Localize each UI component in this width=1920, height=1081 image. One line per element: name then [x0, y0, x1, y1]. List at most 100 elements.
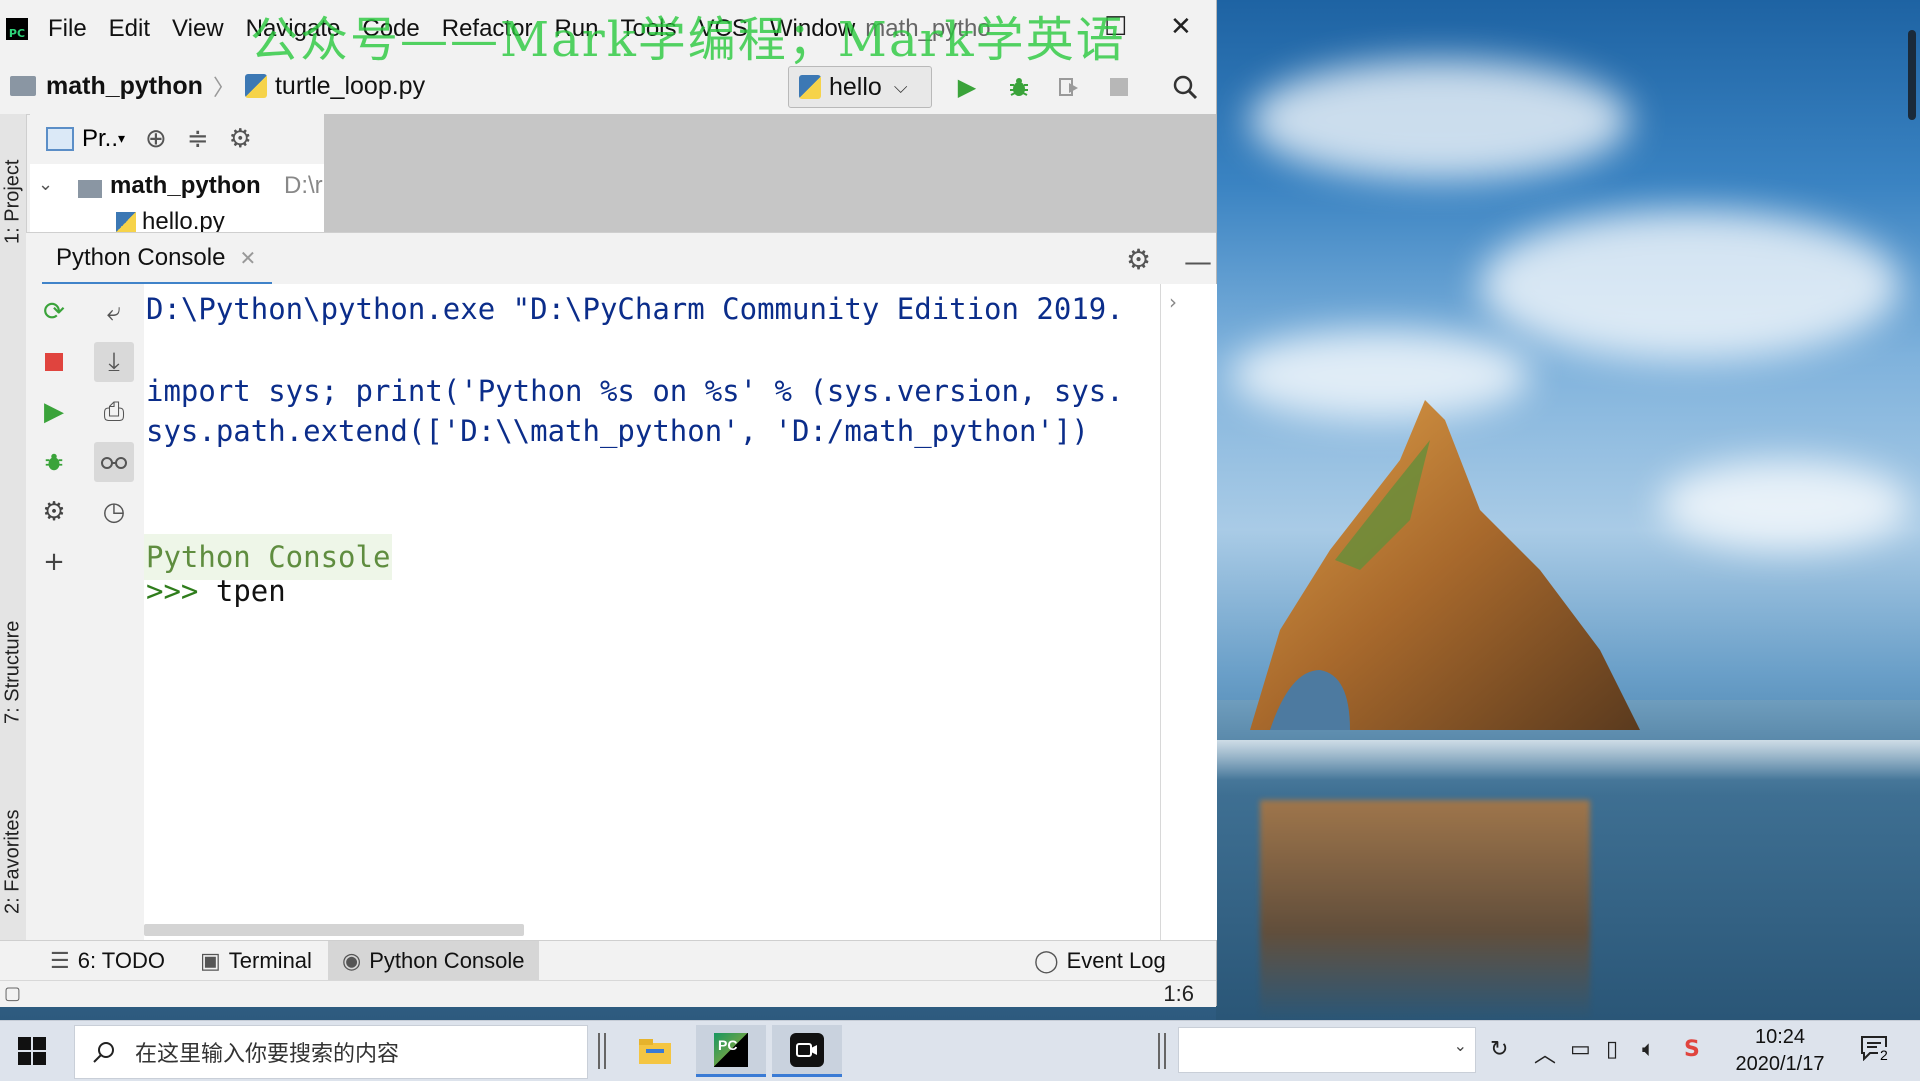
hide-window-icon[interactable]: —: [1184, 245, 1212, 278]
scroll-to-end-icon[interactable]: ⤓: [94, 342, 134, 382]
new-console-icon[interactable]: +: [34, 542, 74, 582]
breadcrumb-project[interactable]: math_python: [46, 72, 203, 101]
console-input-line[interactable]: >>> tpen: [146, 574, 286, 608]
console-view-toolbar: ⤶ ⤓ ⎙ ◷: [84, 284, 145, 940]
menu-edit[interactable]: Edit: [109, 15, 150, 43]
variables-pane: ›: [1160, 284, 1217, 940]
run-with-coverage-icon[interactable]: [1054, 72, 1084, 102]
tab-todo-label: 6: TODO: [77, 948, 165, 973]
tab-todo[interactable]: ☰ 6: TODO: [36, 941, 179, 981]
search-everywhere-icon[interactable]: [1170, 72, 1200, 102]
console-input[interactable]: tpen: [216, 574, 286, 608]
caret-position[interactable]: 1:6: [1163, 981, 1194, 1007]
chevron-down-icon: ⌵: [893, 76, 908, 98]
run-configuration-select[interactable]: hello ⌵: [788, 66, 932, 108]
locate-icon[interactable]: ⊕: [145, 124, 167, 154]
clock-date: 2020/1/17: [1735, 1053, 1825, 1075]
project-view-select[interactable]: Pr..: [82, 125, 118, 153]
taskbar-divider: [1158, 1033, 1166, 1069]
expand-arrow-icon[interactable]: ⌄: [38, 174, 53, 195]
gear-icon[interactable]: ⚙: [229, 124, 252, 154]
battery-icon[interactable]: ▭: [1570, 1037, 1591, 1062]
stop-icon[interactable]: [1104, 72, 1134, 102]
taskbar-divider: [598, 1033, 606, 1069]
history-clock-icon[interactable]: ◷: [94, 492, 134, 532]
maximize-icon[interactable]: ☐: [1104, 12, 1127, 42]
pycharm-app-icon[interactable]: PC: [6, 18, 28, 40]
project-view-icon: [46, 127, 74, 151]
print-icon[interactable]: ⎙: [94, 392, 134, 432]
tab-python-console-label: Python Console: [56, 243, 226, 271]
console-output[interactable]: D:\Python\python.exe "D:\PyCharm Communi…: [144, 284, 1160, 920]
scrollbar-thumb[interactable]: [144, 924, 524, 936]
python-icon: ◉: [342, 948, 362, 973]
menu-tools[interactable]: Tools: [620, 15, 676, 43]
editor-empty-area: [324, 114, 1216, 232]
menu-refactor[interactable]: Refactor: [442, 15, 533, 43]
menu-run[interactable]: Run: [554, 15, 598, 43]
run-icon[interactable]: ▶: [952, 72, 982, 102]
project-tab-label: 1: Project: [1, 159, 24, 244]
window-title: math_pytho: [865, 15, 991, 42]
input-method-icon[interactable]: S: [1684, 1037, 1700, 1062]
pycharm-taskbar-icon[interactable]: PC: [696, 1025, 766, 1077]
project-tool-tab[interactable]: 1: Project: [0, 124, 26, 244]
collapse-all-icon[interactable]: ≑: [187, 124, 209, 154]
menu-vcs[interactable]: VCS: [699, 15, 748, 43]
bottom-tool-tabs: ☰ 6: TODO ▣ Terminal ◉ Python Console ◯ Even…: [0, 940, 1216, 981]
taskbar-search-input[interactable]: 在这里输入你要搜索的内容: [74, 1025, 588, 1079]
rerun-icon[interactable]: ⟳: [34, 292, 74, 332]
tab-event-log-label: Event Log: [1066, 948, 1166, 973]
chevron-down-icon: ▾: [118, 131, 126, 147]
tab-python-console-bottom-label: Python Console: [369, 948, 525, 973]
list-icon: ☰: [50, 948, 70, 973]
soft-wrap-icon[interactable]: ⤶: [94, 292, 134, 332]
structure-tool-tab[interactable]: 7: Structure: [0, 584, 26, 724]
navigation-bar: math_python 〉 turtle_loop.py hello ⌵ ▶: [0, 58, 1216, 115]
tab-terminal[interactable]: ▣ Terminal: [186, 941, 326, 981]
execute-icon[interactable]: ▶: [34, 392, 74, 432]
attach-debugger-icon[interactable]: [34, 442, 74, 482]
network-icon[interactable]: ▯: [1606, 1037, 1618, 1062]
breadcrumb-file[interactable]: turtle_loop.py: [275, 72, 425, 101]
console-settings-icon[interactable]: ⚙: [34, 492, 74, 532]
menu-code[interactable]: Code: [362, 15, 419, 43]
horizontal-scrollbar[interactable]: [144, 920, 1160, 940]
address-toolbar-input[interactable]: ⌄: [1178, 1027, 1476, 1073]
structure-tab-label: 7: Structure: [1, 620, 24, 724]
run-configuration-label: hello: [829, 72, 882, 101]
tree-root-name[interactable]: math_python: [110, 172, 261, 200]
project-tree: ⌄ math_python D:\r hello.py: [30, 164, 324, 232]
python-file-icon: [116, 212, 136, 232]
refresh-icon[interactable]: ↻: [1490, 1037, 1508, 1062]
stop-console-icon[interactable]: [34, 342, 74, 382]
menu-view[interactable]: View: [172, 15, 224, 43]
menu-navigate[interactable]: Navigate: [246, 15, 341, 43]
tab-python-console-bottom[interactable]: ◉ Python Console: [328, 941, 539, 981]
tab-event-log[interactable]: ◯ Event Log: [1020, 941, 1180, 981]
close-tab-icon[interactable]: ✕: [239, 246, 256, 270]
tree-file-hello[interactable]: hello.py: [142, 208, 225, 232]
windows-start-icon[interactable]: [18, 1037, 46, 1065]
show-variables-icon[interactable]: [94, 442, 134, 482]
toggle-tool-windows-icon[interactable]: ▢: [4, 983, 21, 1004]
system-clock[interactable]: 10:24 2020/1/17: [1720, 1023, 1840, 1077]
debug-icon[interactable]: [1004, 72, 1034, 102]
tab-python-console[interactable]: Python Console ✕: [42, 233, 273, 285]
console-line: D:\Python\python.exe "D:\PyCharm Communi…: [146, 292, 1124, 326]
console-prompt: >>>: [146, 574, 199, 608]
expand-variables-icon[interactable]: ›: [1169, 290, 1177, 314]
file-explorer-icon[interactable]: [620, 1025, 690, 1077]
screen-recorder-icon[interactable]: [772, 1025, 842, 1077]
settings-gear-icon[interactable]: ⚙: [1126, 243, 1151, 276]
menu-file[interactable]: File: [48, 15, 87, 43]
menu-window[interactable]: Window: [770, 15, 855, 43]
tray-overflow-icon[interactable]: ︿: [1534, 1037, 1556, 1069]
favorites-tool-tab[interactable]: 2: Favorites: [0, 774, 26, 914]
chevron-down-icon[interactable]: ⌄: [1454, 1036, 1467, 1055]
notification-center-icon[interactable]: 2: [1860, 1035, 1892, 1065]
volume-icon[interactable]: 🔈︎: [1642, 1037, 1655, 1062]
menu-bar: PC File Edit View Navigate Code Refactor…: [0, 0, 1216, 58]
close-window-icon[interactable]: ✕: [1170, 12, 1192, 42]
favorites-tab-label: 2: Favorites: [1, 809, 24, 914]
